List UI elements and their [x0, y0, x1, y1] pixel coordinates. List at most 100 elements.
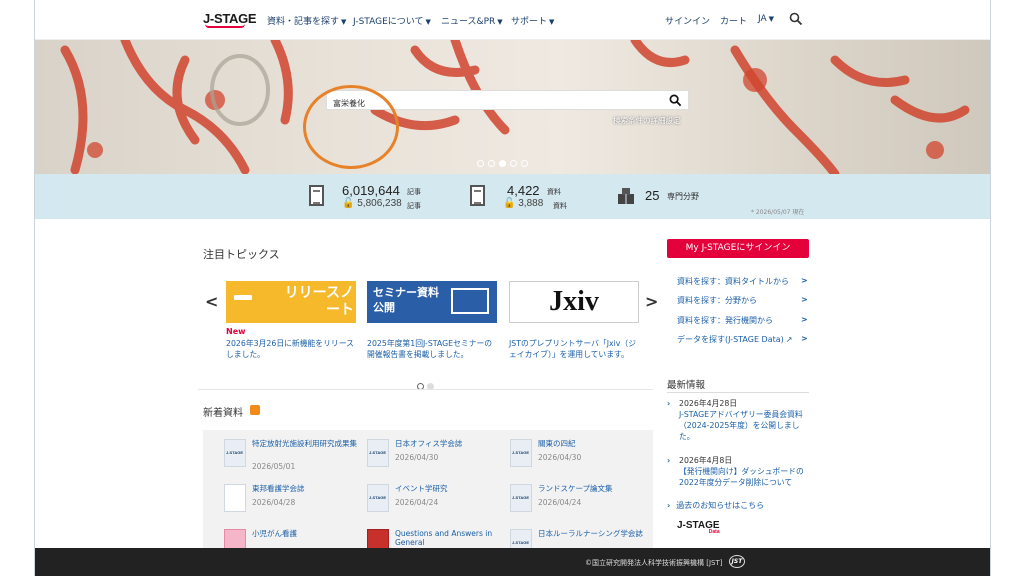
jst-logo[interactable]: JST	[729, 555, 745, 568]
material-title: ランドスケープ論文集	[538, 484, 613, 493]
release-notes-banner[interactable]: リリースノート	[226, 281, 356, 323]
journals-open-count: 3,888	[518, 198, 544, 209]
rss-icon[interactable]	[250, 405, 260, 415]
carousel-dot[interactable]	[521, 160, 528, 167]
articles-open-unit: 記事	[407, 202, 421, 210]
jxiv-banner[interactable]: Jxiv	[509, 281, 639, 323]
chevron-right-icon: ›	[667, 399, 671, 408]
caret-down-icon: ▼	[341, 18, 347, 26]
journal-thumbnail: J-STAGE	[367, 484, 389, 512]
material-date: 2026/04/30	[395, 453, 439, 462]
carousel-dot[interactable]	[510, 160, 517, 167]
jstage-data-logo[interactable]: J-STAGE Data	[677, 520, 720, 535]
journals-count: 4,422	[507, 183, 540, 198]
thumb-logo-text: J-STAGE	[369, 450, 387, 455]
material-date: 2026/04/30	[538, 453, 582, 462]
material-date: 2026/04/24	[538, 498, 582, 507]
material-title: イベント学研究	[395, 484, 448, 493]
caret-down-icon: ▼	[768, 15, 775, 23]
chevron-right-icon: ›	[667, 501, 671, 510]
news-date: 2026年4月8日	[679, 456, 733, 465]
jxiv-banner-text: Jxiv	[549, 286, 599, 317]
stats-as-of-date: * 2026/05/07 現在	[751, 209, 805, 216]
cart-link[interactable]: カート	[720, 14, 747, 27]
thumb-logo-text: J-STAGE	[226, 450, 244, 455]
nav-news-pr[interactable]: ニュース&PR ▼	[441, 14, 503, 27]
caret-down-icon: ▼	[425, 18, 431, 26]
carousel-next-arrow-icon[interactable]: >	[645, 292, 658, 311]
search-icon[interactable]	[789, 12, 803, 26]
carousel-dot[interactable]	[477, 160, 484, 167]
articles-open-count: 5,806,238	[357, 198, 402, 209]
annotation-circle	[303, 85, 399, 169]
topics-pager	[417, 375, 437, 394]
divider	[667, 392, 809, 393]
material-title: Questions and Answers in General	[395, 529, 493, 547]
chevron-right-icon: >	[801, 295, 808, 304]
carousel-dot[interactable]	[488, 160, 495, 167]
fields-books-icon	[618, 188, 634, 204]
topics-heading: 注目トピックス	[203, 248, 280, 261]
material-title: 日本オフィス学会誌	[395, 439, 463, 448]
nav-search-articles[interactable]: 資料・記事を探す ▼	[267, 14, 346, 27]
presentation-board-icon	[451, 288, 489, 314]
thumb-logo-text: J-STAGE	[512, 540, 530, 545]
ellipsis-graphic	[234, 295, 252, 300]
carousel-dots	[477, 152, 532, 167]
latest-news-heading: 最新情報	[667, 380, 706, 391]
release-notes-banner-text: リリースノート	[284, 285, 354, 318]
carousel-dot-active[interactable]	[499, 160, 506, 167]
journals-open-unit: 資料	[553, 202, 567, 210]
journal-thumbnail: J-STAGE	[510, 484, 532, 512]
past-news-link[interactable]: › 過去のお知らせはこちら	[667, 500, 764, 511]
material-title: 東邦看護学会誌	[252, 484, 305, 493]
signin-link[interactable]: サインイン	[665, 14, 710, 27]
seminar-banner[interactable]: セミナー資料公開	[367, 281, 497, 323]
topic-text-release[interactable]: 2026年3月26日に新機能をリリースしました。	[226, 338, 356, 360]
journal-thumbnail	[224, 484, 246, 512]
journal-thumbnail: J-STAGE	[510, 439, 532, 467]
link-label: 資料を探す：分野から	[677, 296, 757, 305]
link-search-data[interactable]: データを探す(J-STAGE Data) ↗ >	[677, 334, 808, 345]
thumb-logo-text: J-STAGE	[512, 495, 530, 500]
jstage-logo[interactable]: J-STAGE	[203, 11, 257, 28]
chevron-right-icon: >	[801, 334, 808, 343]
topic-text-seminar[interactable]: 2025年度第1回J-STAGEセミナーの開催報告書を掲載しました。	[367, 338, 497, 360]
journal-icon	[470, 185, 485, 206]
nav-support[interactable]: サポート ▼	[511, 14, 554, 27]
material-date: 2026/04/28	[252, 498, 296, 507]
search-submit-icon[interactable]	[669, 94, 682, 107]
chevron-right-icon: >	[801, 276, 808, 285]
carousel-prev-arrow-icon[interactable]: <	[205, 292, 218, 311]
material-title: 小児がん看護	[252, 529, 297, 538]
nav-about[interactable]: J-STAGEについて ▼	[353, 14, 431, 27]
link-search-by-publisher[interactable]: 資料を探す：発行機関から >	[677, 315, 808, 326]
language-selector[interactable]: JA ▼	[758, 14, 774, 24]
news-text: 【発行機関向け】ダッシュボードの2022年度分データ削除について	[679, 467, 804, 487]
topic-text-jxiv[interactable]: JSTのプレプリントサーバ「Jxiv（ジェイカイブ）」を運用しています。	[509, 338, 639, 360]
footer: ©国立研究開発法人科学技術振興機構 [JST] JST	[35, 548, 990, 576]
link-label: 資料を探す：資料タイトルから	[677, 277, 789, 286]
nav-label: J-STAGEについて	[353, 17, 424, 27]
top-navigation: J-STAGE 資料・記事を探す ▼ J-STAGEについて ▼ ニュース&PR ▼ …	[35, 0, 990, 40]
articles-open-row: 🔓 5,806,238	[342, 198, 402, 209]
articles-count: 6,019,644	[342, 183, 400, 198]
chevron-right-icon: ›	[667, 456, 671, 465]
material-title: 特定放射光施設利用研究成果集	[252, 439, 357, 448]
material-title: 日本ルーラルナーシング学会誌	[538, 529, 643, 538]
nav-label: サポート	[511, 17, 548, 27]
fields-count: 25	[645, 188, 660, 203]
chevron-right-icon: >	[801, 315, 808, 324]
link-search-by-field[interactable]: 資料を探す：分野から >	[677, 295, 808, 306]
journals-unit: 資料	[547, 188, 561, 196]
articles-unit: 記事	[407, 188, 421, 196]
caret-down-icon: ▼	[549, 18, 555, 26]
nav-label: ニュース&PR	[441, 17, 496, 27]
my-jstage-signin-button[interactable]: My J-STAGEにサインイン	[667, 239, 809, 258]
link-search-by-title[interactable]: 資料を探す：資料タイトルから >	[677, 276, 808, 287]
news-text: J-STAGEアドバイザリー委員会資料（2024-2025年度）を公開しました。	[679, 410, 803, 441]
unlock-icon: 🔓	[342, 198, 355, 209]
article-icon	[309, 185, 324, 206]
advanced-search-link[interactable]: 検索条件の詳細設定	[613, 115, 681, 126]
hero-banner: 検索条件の詳細設定	[35, 40, 990, 174]
